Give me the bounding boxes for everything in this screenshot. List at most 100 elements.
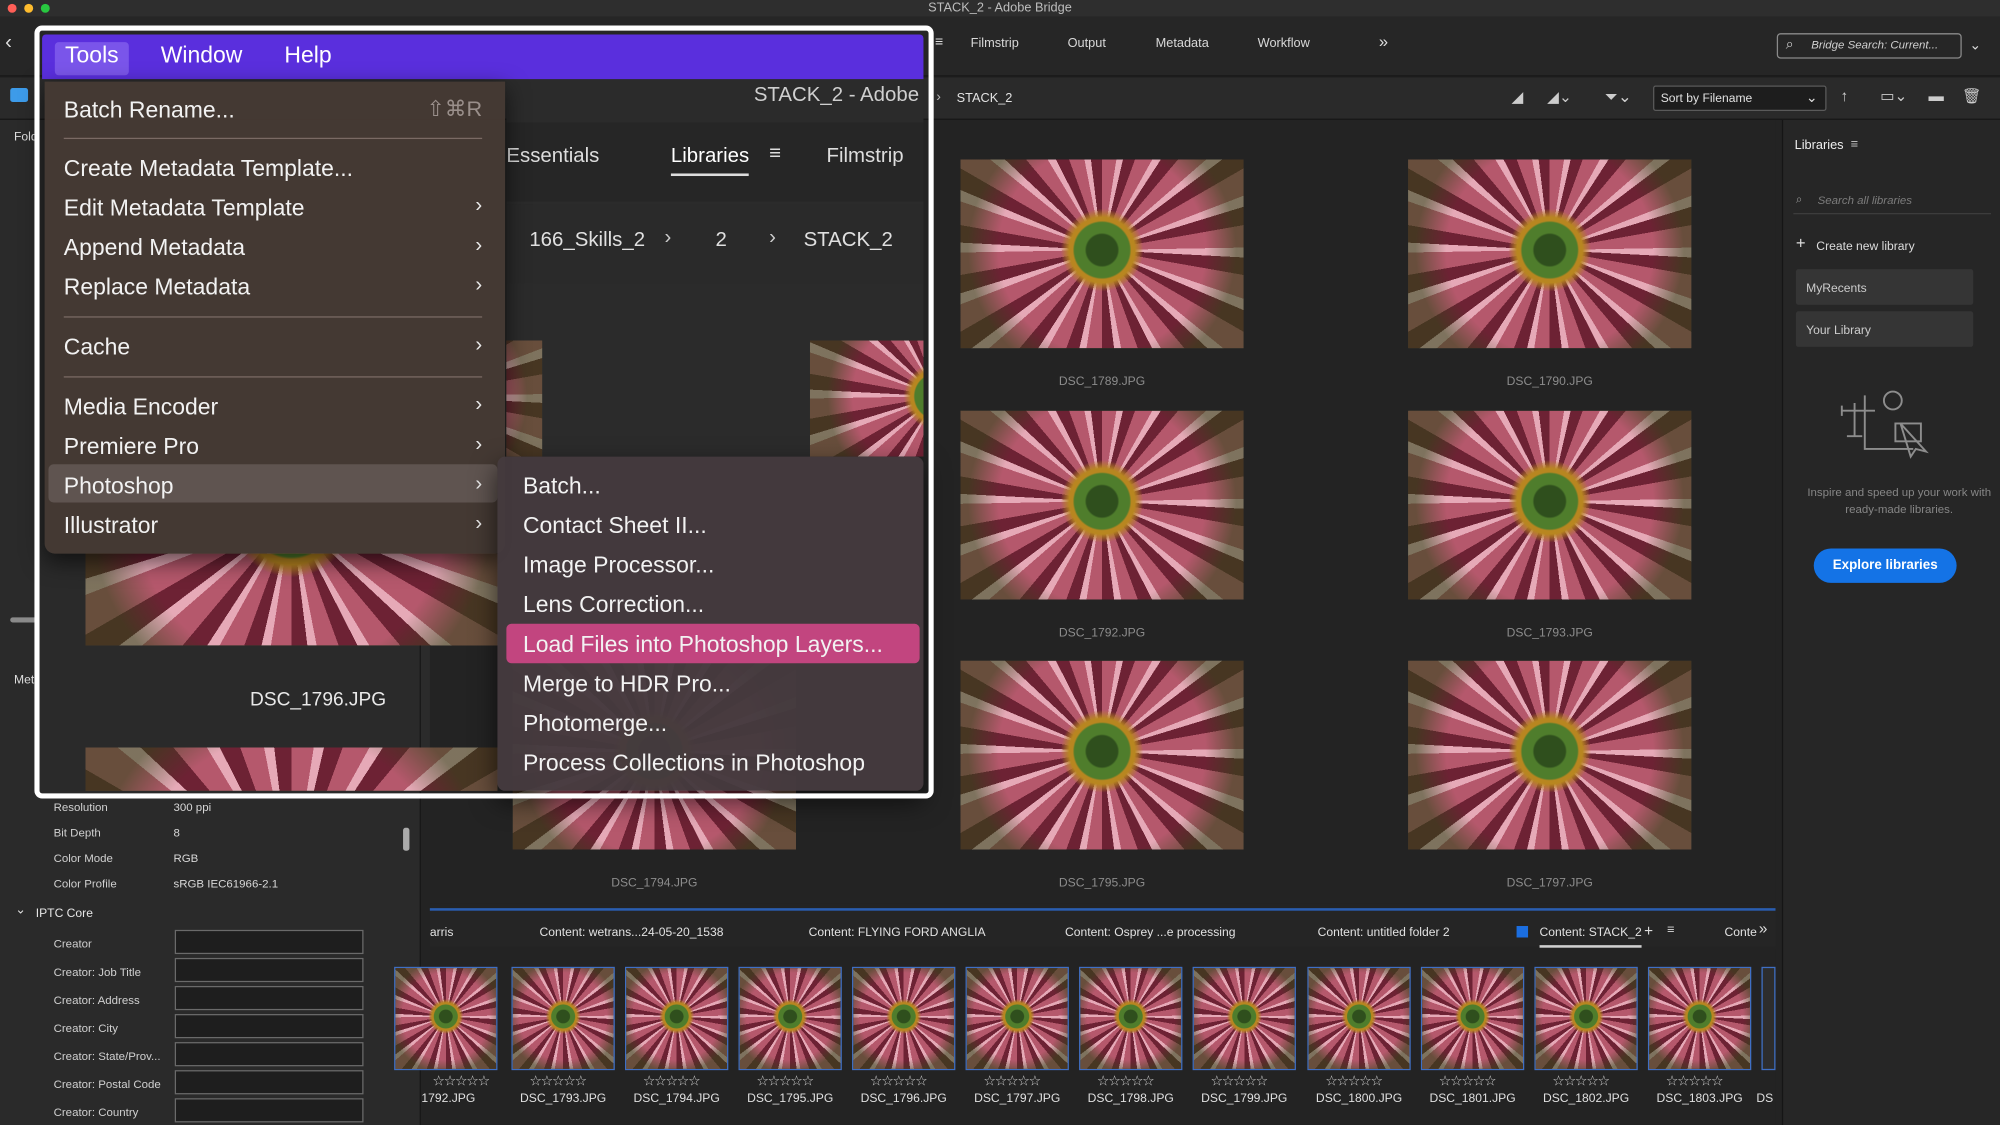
thumbnail-caption: DSC_1795.JPG [1058,876,1146,891]
close-window-icon[interactable] [7,3,17,13]
star-rating[interactable]: ☆☆☆☆☆ [1666,1073,1724,1089]
menu-lines-icon[interactable]: ≡ [935,34,943,49]
filmstrip-thumb[interactable] [511,966,615,1071]
filmstrip-thumb[interactable] [738,966,842,1071]
filmstrip-thumb[interactable] [394,966,498,1071]
iptc-core-header[interactable]: IPTC Core [36,907,93,921]
star-rating[interactable]: ☆☆☆☆☆ [529,1073,587,1089]
libraries-illustration-icon [1840,390,1929,459]
chevron-down-icon[interactable]: ⌄ [15,903,26,917]
filmstrip-thumb[interactable] [965,966,1069,1071]
metadata-tab[interactable]: Met [14,673,34,687]
thumbnail[interactable] [960,410,1244,600]
minimize-window-icon[interactable] [24,3,34,13]
collection-tab-active[interactable]: Content: STACK_2 [1539,926,1642,948]
zoom-window-icon[interactable] [40,3,50,13]
star-rating[interactable]: ☆☆☆☆☆ [870,1073,928,1089]
bridge-search-input[interactable]: ⌕ Bridge Search: Current... [1776,33,1962,59]
iptc-field-input[interactable] [174,929,364,955]
libraries-promo-text: Inspire and speed up your work with read… [1807,485,1992,516]
star-rating[interactable]: ☆☆☆☆☆ [983,1073,1041,1089]
workspace-tab-metadata[interactable]: Metadata [1156,37,1209,51]
folder-icon[interactable] [10,88,29,103]
filmstrip-thumb[interactable] [1192,966,1296,1071]
iptc-field-input[interactable] [174,1070,364,1095]
filmstrip-thumb[interactable] [1761,966,1776,1071]
filmstrip-thumb[interactable] [1307,966,1411,1071]
search-dropdown-chevron-icon[interactable]: ⌄ [1969,37,1981,53]
collection-tab[interactable]: Content: untitled folder 2 [1318,926,1450,940]
filmstrip-thumb[interactable] [1420,966,1525,1071]
file-prop-label: Resolution [53,801,108,814]
star-rating[interactable]: ☆☆☆☆☆ [1552,1073,1610,1089]
iptc-field-input[interactable] [174,1098,364,1123]
filmstrip-thumb[interactable] [1534,966,1638,1071]
filmstrip-thumb[interactable] [1647,966,1752,1071]
collection-tab[interactable]: Content: wetrans...24-05-20_1538 [540,926,724,940]
path-chevron-icon: › [936,89,941,105]
sort-select-label: Sort by Filename [1660,91,1753,106]
more-workspaces-button[interactable]: » [1379,32,1388,51]
flower-image [1535,968,1637,1069]
collection-tab[interactable]: Content: Osprey ...e processing [1065,926,1235,940]
iptc-field-input[interactable] [174,985,364,1011]
filter-icon[interactable]: ⏷⌄ [1605,87,1632,107]
sort-select[interactable]: Sort by Filename ⌄ [1653,85,1827,111]
collection-tab[interactable]: Content: FLYING FORD ANGLIA [809,926,986,940]
window-title: STACK_2 - Adobe Bridge [928,1,1072,16]
path-current[interactable]: STACK_2 [957,92,1013,106]
trash-icon[interactable]: 🗑 [1962,87,1981,105]
filmstrip-caption: DSC_1798.JPG [1087,1091,1174,1106]
flower-image [960,660,1244,850]
thumbnail[interactable] [960,660,1244,850]
explore-libraries-button[interactable]: Explore libraries [1813,548,1957,583]
workspace-tab-filmstrip[interactable]: Filmstrip [971,37,1019,51]
star-rating[interactable]: ☆☆☆☆☆ [432,1073,490,1089]
collection-menu-icon[interactable]: ≡ [1667,923,1674,937]
add-collection-icon[interactable]: + [1644,922,1653,940]
star-rating[interactable]: ☆☆☆☆☆ [1210,1073,1268,1089]
star-rating[interactable]: ☆☆☆☆☆ [643,1073,701,1089]
library-item-your-library[interactable]: Your Library [1795,311,1974,347]
library-search-input[interactable]: ⌕ Search all libraries [1793,186,1992,215]
filmstrip-thumb[interactable] [852,966,956,1071]
collection-tab[interactable]: Conte [1724,926,1756,940]
thumbnail[interactable] [960,159,1244,349]
open-recent-icon[interactable]: ▭⌄ [1880,87,1907,105]
thumbnail[interactable] [1408,410,1692,600]
filmstrip-caption: DSC_1800.JPG [1315,1091,1403,1106]
iptc-field-input[interactable] [174,957,364,983]
filmstrip-thumb[interactable] [1079,966,1183,1071]
star-rating[interactable]: ☆☆☆☆☆ [756,1073,814,1089]
flower-image [853,968,955,1069]
back-arrow-icon[interactable]: ‹ [5,32,12,55]
star-rating[interactable]: ☆☆☆☆☆ [1325,1073,1383,1089]
rating-filter-icon[interactable]: ◢ [1511,88,1523,106]
star-rating[interactable]: ☆☆☆☆☆ [1097,1073,1155,1089]
more-collections-button[interactable]: » [1759,920,1768,938]
plus-icon[interactable]: + [1796,233,1806,252]
library-item-myrecents[interactable]: MyRecents [1795,269,1974,305]
create-library-button[interactable]: Create new library [1816,240,1914,254]
workspace-tab-output[interactable]: Output [1068,37,1106,51]
thumbnail[interactable] [1408,159,1692,349]
collection-tab[interactable]: arris [430,926,454,940]
filmstrip-thumb[interactable] [624,966,729,1071]
iptc-field-label: Creator: Postal Code [53,1077,161,1091]
star-rating[interactable]: ☆☆☆☆☆ [1439,1073,1497,1089]
thumbnail[interactable] [1408,660,1692,850]
filmstrip: ☆☆☆☆☆ ☆☆☆☆☆ ☆☆☆☆☆ ☆☆☆☆☆ ☆☆☆☆☆ ☆☆☆☆☆ ☆☆☆☆… [394,948,1776,1125]
flower-image [1408,660,1692,850]
iptc-field-input[interactable] [174,1042,364,1067]
iptc-field-input[interactable] [174,1014,364,1039]
thumbnail-caption: DSC_1789.JPG [1058,374,1146,390]
sort-ascending-icon[interactable]: ↑ [1841,87,1849,105]
flower-image [1649,968,1750,1069]
new-folder-icon[interactable]: ▬ [1929,87,1944,105]
window-titlebar: STACK_2 - Adobe Bridge [0,0,2000,17]
libraries-panel-title[interactable]: Libraries [1795,139,1844,153]
panel-menu-icon[interactable]: ≡ [1851,138,1858,152]
workspace-tab-workflow[interactable]: Workflow [1258,37,1310,51]
metadata-scrollbar-thumb[interactable] [403,827,410,851]
quality-menu-icon[interactable]: ◢⌄ [1547,88,1572,106]
